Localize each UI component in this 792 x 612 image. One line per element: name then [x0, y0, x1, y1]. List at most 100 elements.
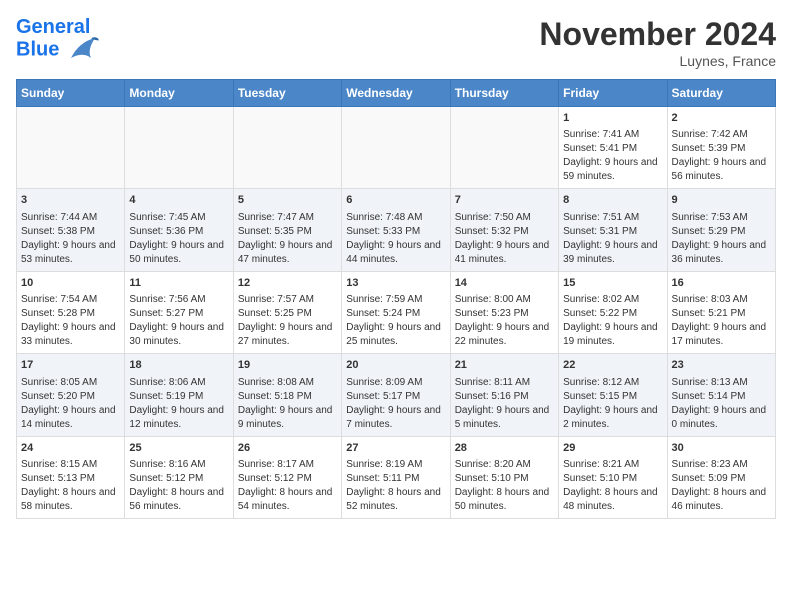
day-info: Daylight: 9 hours and 17 minutes. — [672, 321, 771, 349]
day-info: Daylight: 9 hours and 27 minutes. — [238, 321, 337, 349]
day-info: Sunrise: 7:41 AM — [563, 128, 662, 142]
day-number: 14 — [455, 276, 554, 291]
day-info: Daylight: 9 hours and 53 minutes. — [21, 239, 120, 267]
week-row-3: 10Sunrise: 7:54 AMSunset: 5:28 PMDayligh… — [17, 271, 776, 353]
column-header-wednesday: Wednesday — [342, 80, 450, 107]
day-info: Sunset: 5:24 PM — [346, 307, 445, 321]
day-info: Sunrise: 7:56 AM — [129, 293, 228, 307]
day-info: Sunrise: 8:02 AM — [563, 293, 662, 307]
month-title: November 2024 — [539, 16, 776, 53]
day-cell: 16 Sunrise: 8:03 AMSunset: 5:21 PMDayligh… — [667, 271, 775, 353]
day-info: Daylight: 9 hours and 2 minutes. — [563, 404, 662, 432]
day-info: Sunrise: 7:47 AM — [238, 211, 337, 225]
day-number: 23 — [672, 358, 771, 373]
day-number: 1 — [563, 111, 662, 126]
day-info: Sunset: 5:28 PM — [21, 307, 120, 321]
day-info: Sunset: 5:33 PM — [346, 225, 445, 239]
day-info: Sunrise: 8:06 AM — [129, 376, 228, 390]
day-info: Sunset: 5:19 PM — [129, 390, 228, 404]
day-number: 13 — [346, 276, 445, 291]
day-number: 9 — [672, 193, 771, 208]
calendar-table: SundayMondayTuesdayWednesdayThursdayFrid… — [16, 79, 776, 519]
day-number: 20 — [346, 358, 445, 373]
day-info: Sunrise: 8:05 AM — [21, 376, 120, 390]
day-info: Sunrise: 8:03 AM — [672, 293, 771, 307]
day-cell: 8Sunrise: 7:51 AMSunset: 5:31 PMDaylight… — [559, 189, 667, 271]
day-info: Daylight: 9 hours and 0 minutes. — [672, 404, 771, 432]
day-cell: 3Sunrise: 7:44 AMSunset: 5:38 PMDaylight… — [17, 189, 125, 271]
day-info: Sunset: 5:12 PM — [129, 472, 228, 486]
day-info: Daylight: 9 hours and 25 minutes. — [346, 321, 445, 349]
day-info: Sunrise: 8:17 AM — [238, 458, 337, 472]
day-info: Sunset: 5:16 PM — [455, 390, 554, 404]
day-info: Sunrise: 7:50 AM — [455, 211, 554, 225]
day-number: 8 — [563, 193, 662, 208]
day-info: Sunrise: 7:45 AM — [129, 211, 228, 225]
day-number: 25 — [129, 441, 228, 456]
day-info: Daylight: 8 hours and 48 minutes. — [563, 486, 662, 514]
day-info: Daylight: 9 hours and 36 minutes. — [672, 239, 771, 267]
day-info: Sunset: 5:23 PM — [455, 307, 554, 321]
day-info: Sunset: 5:41 PM — [563, 142, 662, 156]
day-cell: 15Sunrise: 8:02 AMSunset: 5:22 PMDayligh… — [559, 271, 667, 353]
day-cell: 10Sunrise: 7:54 AMSunset: 5:28 PMDayligh… — [17, 271, 125, 353]
day-cell: 11Sunrise: 7:56 AMSunset: 5:27 PMDayligh… — [125, 271, 233, 353]
title-area: November 2024 Luynes, France — [539, 16, 776, 69]
day-cell — [125, 107, 233, 189]
day-info: Sunrise: 7:57 AM — [238, 293, 337, 307]
day-info: Sunset: 5:32 PM — [455, 225, 554, 239]
day-number: 19 — [238, 358, 337, 373]
day-info: Sunset: 5:39 PM — [672, 142, 771, 156]
day-number: 3 — [21, 193, 120, 208]
day-number: 30 — [672, 441, 771, 456]
day-info: Daylight: 8 hours and 56 minutes. — [129, 486, 228, 514]
logo-text2: Blue — [16, 38, 99, 62]
day-info: Daylight: 9 hours and 56 minutes. — [672, 156, 771, 184]
day-info: Sunset: 5:11 PM — [346, 472, 445, 486]
day-info: Sunset: 5:22 PM — [563, 307, 662, 321]
day-cell — [233, 107, 341, 189]
day-info: Sunset: 5:21 PM — [672, 307, 771, 321]
day-info: Sunset: 5:10 PM — [455, 472, 554, 486]
day-info: Daylight: 9 hours and 12 minutes. — [129, 404, 228, 432]
column-header-tuesday: Tuesday — [233, 80, 341, 107]
day-info: Sunrise: 7:42 AM — [672, 128, 771, 142]
day-info: Sunrise: 8:15 AM — [21, 458, 120, 472]
week-row-1: 1Sunrise: 7:41 AMSunset: 5:41 PMDaylight… — [17, 107, 776, 189]
week-row-2: 3Sunrise: 7:44 AMSunset: 5:38 PMDaylight… — [17, 189, 776, 271]
day-info: Sunrise: 7:53 AM — [672, 211, 771, 225]
day-number: 27 — [346, 441, 445, 456]
day-info: Sunset: 5:31 PM — [563, 225, 662, 239]
day-cell: 7 Sunrise: 7:50 AMSunset: 5:32 PMDaylight… — [450, 189, 558, 271]
day-number: 21 — [455, 358, 554, 373]
day-info: Daylight: 9 hours and 19 minutes. — [563, 321, 662, 349]
day-info: Sunset: 5:13 PM — [21, 472, 120, 486]
day-info: Daylight: 9 hours and 41 minutes. — [455, 239, 554, 267]
day-cell: 20Sunrise: 8:09 AMSunset: 5:17 PMDayligh… — [342, 354, 450, 436]
day-number: 18 — [129, 358, 228, 373]
day-info: Daylight: 9 hours and 5 minutes. — [455, 404, 554, 432]
day-info: Sunrise: 7:48 AM — [346, 211, 445, 225]
day-info: Daylight: 9 hours and 33 minutes. — [21, 321, 120, 349]
day-number: 7 — [455, 193, 554, 208]
week-row-5: 24Sunrise: 8:15 AMSunset: 5:13 PMDayligh… — [17, 436, 776, 518]
day-info: Sunrise: 7:54 AM — [21, 293, 120, 307]
day-info: Daylight: 9 hours and 59 minutes. — [563, 156, 662, 184]
day-number: 16 — [672, 276, 771, 291]
day-cell: 13Sunrise: 7:59 AMSunset: 5:24 PMDayligh… — [342, 271, 450, 353]
day-info: Sunrise: 8:11 AM — [455, 376, 554, 390]
day-info: Sunset: 5:38 PM — [21, 225, 120, 239]
day-info: Sunrise: 8:19 AM — [346, 458, 445, 472]
day-cell: 25Sunrise: 8:16 AMSunset: 5:12 PMDayligh… — [125, 436, 233, 518]
day-info: Daylight: 8 hours and 54 minutes. — [238, 486, 337, 514]
day-info: Sunrise: 8:12 AM — [563, 376, 662, 390]
day-cell: 28Sunrise: 8:20 AMSunset: 5:10 PMDayligh… — [450, 436, 558, 518]
day-cell: 30Sunrise: 8:23 AMSunset: 5:09 PMDayligh… — [667, 436, 775, 518]
day-cell: 2 Sunrise: 7:42 AMSunset: 5:39 PMDaylight… — [667, 107, 775, 189]
day-info: Daylight: 9 hours and 9 minutes. — [238, 404, 337, 432]
day-cell: 14Sunrise: 8:00 AMSunset: 5:23 PMDayligh… — [450, 271, 558, 353]
day-cell: 5Sunrise: 7:47 AMSunset: 5:35 PMDaylight… — [233, 189, 341, 271]
day-info: Sunset: 5:10 PM — [563, 472, 662, 486]
day-info: Sunrise: 8:23 AM — [672, 458, 771, 472]
day-number: 2 — [672, 111, 771, 126]
